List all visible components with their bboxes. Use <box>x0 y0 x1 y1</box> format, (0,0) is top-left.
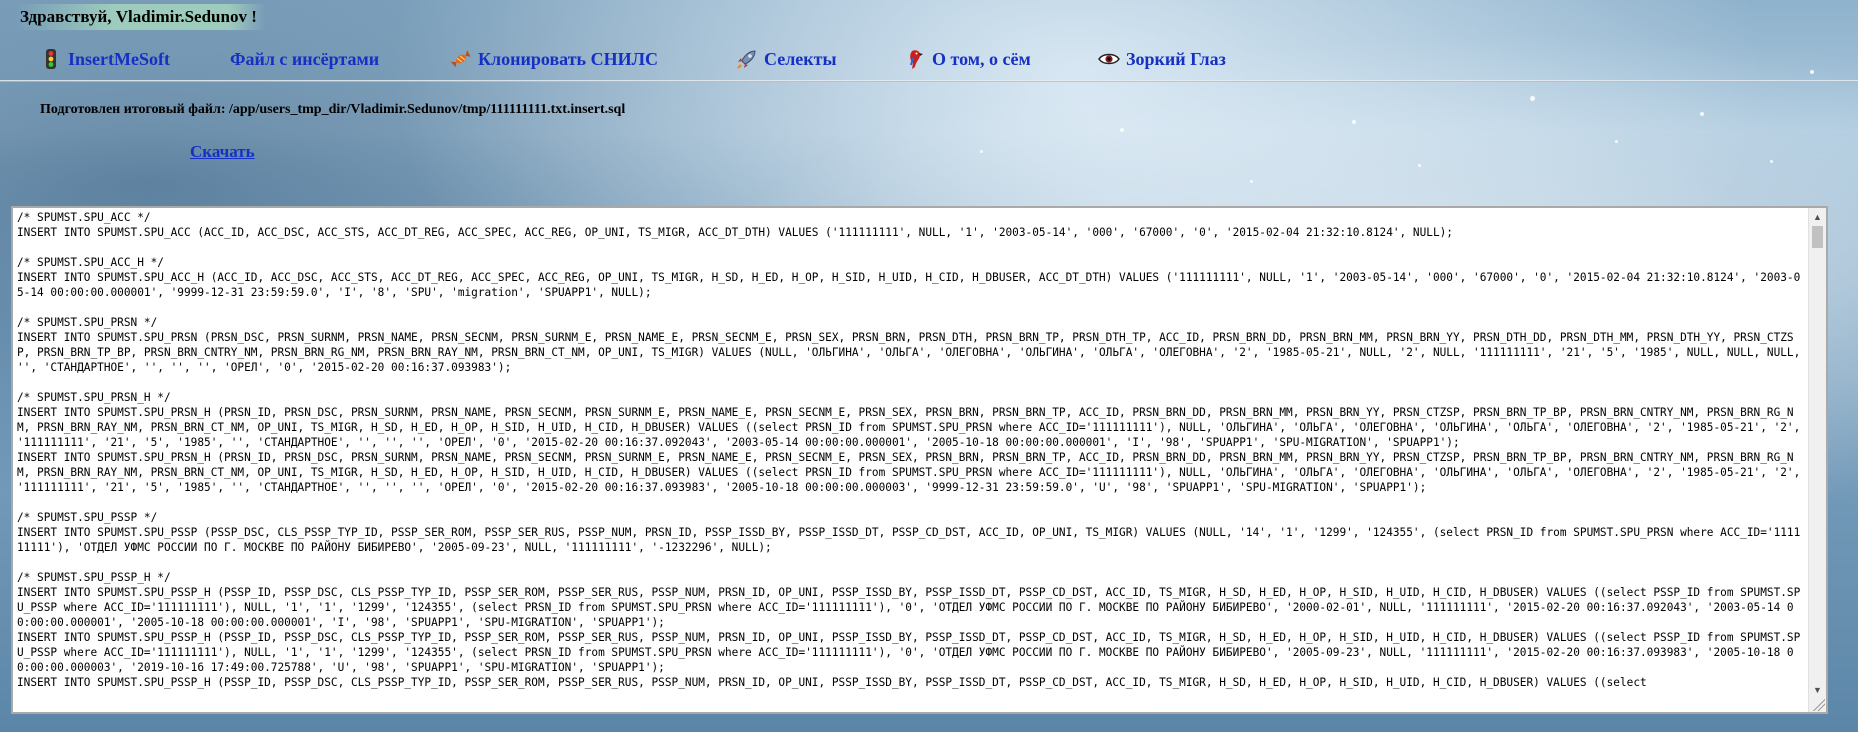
scroll-down-arrow-icon[interactable]: ▼ <box>1809 681 1826 698</box>
nav-divider <box>0 80 1858 82</box>
eye-icon <box>1098 48 1120 70</box>
scroll-up-arrow-icon[interactable]: ▲ <box>1809 208 1826 225</box>
traffic-light-icon <box>40 48 62 70</box>
candy-icon <box>450 48 472 70</box>
scrollbar-thumb[interactable] <box>1812 226 1823 248</box>
nav-item-clone-snils[interactable]: Клонировать СНИЛС <box>450 46 658 72</box>
nav-item-insert-file[interactable]: Файл с инсёртами <box>230 46 379 72</box>
nav-item-label: Файл с инсёртами <box>230 49 380 69</box>
sql-output-text[interactable]: /* SPUMST.SPU_ACC */ INSERT INTO SPUMST.… <box>17 210 1806 712</box>
main-nav: InsertMeSoft Файл с инсёртами Клонироват… <box>0 38 1858 80</box>
greeting: Здравствуй, Vladimir.Sedunov ! <box>16 4 265 30</box>
nav-item-label: InsertMeSoft <box>68 49 170 69</box>
nav-item-label: О том, о сём <box>932 49 1031 69</box>
download-link[interactable]: Скачать <box>190 142 255 162</box>
sql-output-textarea[interactable]: /* SPUMST.SPU_ACC */ INSERT INTO SPUMST.… <box>11 206 1828 714</box>
nav-item-eagle-eye[interactable]: Зоркий Глаз <box>1098 46 1226 72</box>
nav-item-label: Селекты <box>764 49 837 69</box>
parrot-icon <box>904 48 926 70</box>
file-status: Подготовлен итоговый файл: /app/users_tm… <box>40 102 626 117</box>
nav-item-selects[interactable]: Селекты <box>736 46 837 72</box>
nav-item-label: Клонировать СНИЛС <box>478 49 658 69</box>
nav-item-about[interactable]: О том, о сём <box>904 46 1031 72</box>
resize-grip-icon[interactable] <box>1813 699 1825 711</box>
rocket-icon <box>736 48 758 70</box>
nav-item-insertmesoft[interactable]: InsertMeSoft <box>40 46 170 72</box>
vertical-scrollbar[interactable]: ▲ ▼ <box>1808 208 1826 712</box>
nav-item-label: Зоркий Глаз <box>1126 49 1226 69</box>
